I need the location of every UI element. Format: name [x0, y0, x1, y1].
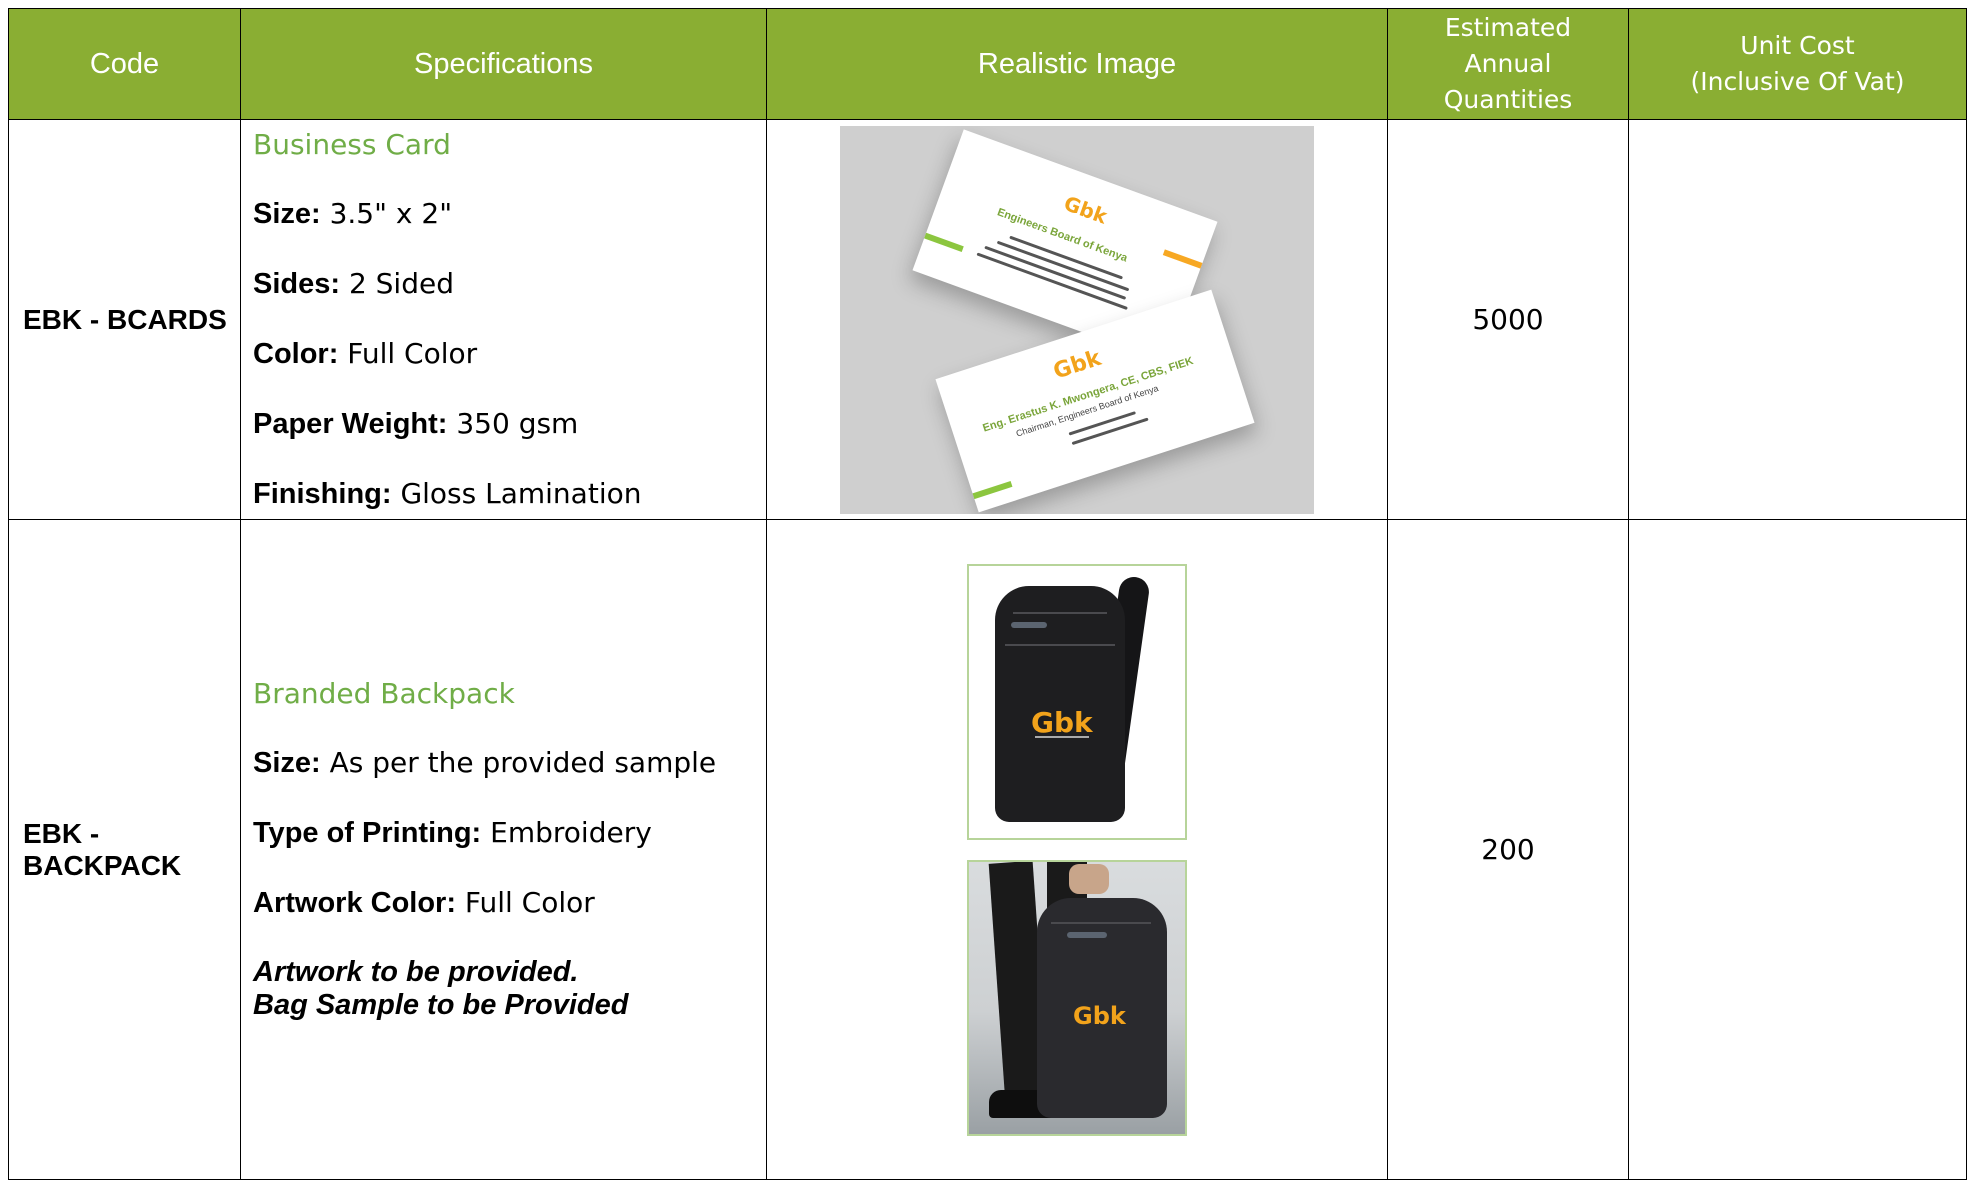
header-estimated-annual-quantities: Estimated Annual Quantities	[1387, 8, 1629, 120]
note-artwork: Artwork to be provided.	[253, 956, 579, 988]
specifications-cell: Business Card Size: 3.5" x 2" Sides: 2 S…	[240, 119, 767, 520]
spec-color: Color: Full Color	[253, 337, 478, 370]
spec-artwork-color: Artwork Color: Full Color	[253, 886, 595, 919]
unit-cost-cell	[1628, 519, 1967, 1180]
code-line-2: BACKPACK	[23, 849, 182, 881]
note-bag-sample: Bag Sample to be Provided	[253, 989, 629, 1021]
spec-finishing: Finishing: Gloss Lamination	[253, 477, 642, 510]
header-unit-cost: Unit Cost (Inclusive Of Vat)	[1628, 8, 1967, 120]
image-cell: Gbk Gbk	[766, 519, 1388, 1180]
spec-type-of-printing: Type of Printing: Embroidery	[253, 816, 652, 849]
header-code: Code	[8, 8, 241, 120]
specifications-cell: Branded Backpack Size: As per the provid…	[240, 519, 767, 1180]
specifications-table: Code Specifications Realistic Image Esti…	[8, 8, 1967, 1180]
spec-sides: Sides: 2 Sided	[253, 267, 454, 300]
gbk-logo-icon: Gbk	[1060, 190, 1111, 229]
header-specifications: Specifications	[240, 8, 767, 120]
table-header-row: Code Specifications Realistic Image Esti…	[8, 8, 1967, 120]
header-quantities-line-1: Estimated	[1444, 13, 1572, 42]
product-title: Branded Backpack	[253, 677, 515, 710]
image-cell: Gbk Engineers Board of Kenya Gbk Eng. Er…	[766, 119, 1388, 520]
backpack-body	[995, 586, 1125, 822]
code-cell: EBK - BACKPACK	[8, 519, 241, 1180]
header-unit-cost-line-1: Unit Cost	[1740, 31, 1855, 60]
table-row: EBK - BACKPACK Branded Backpack Size: As…	[8, 519, 1967, 1180]
spec-size: Size: As per the provided sample	[253, 746, 717, 779]
quantity-cell: 5000	[1387, 119, 1629, 520]
product-title: Business Card	[253, 128, 451, 161]
header-unit-cost-line-2: (Inclusive Of Vat)	[1690, 67, 1905, 96]
header-realistic-image: Realistic Image	[766, 8, 1388, 120]
header-quantities-line-3: Quantities	[1443, 85, 1573, 114]
code-line-1: EBK -	[23, 817, 100, 849]
backpack-image-front: Gbk	[967, 564, 1187, 840]
gbk-logo-icon: Gbk	[1073, 1002, 1126, 1030]
unit-cost-cell	[1628, 119, 1967, 520]
code-cell: EBK - BCARDS	[8, 119, 241, 520]
gbk-logo-icon: Gbk	[1031, 706, 1093, 739]
header-quantities-line-2: Annual	[1464, 49, 1552, 78]
spec-paper-weight: Paper Weight: 350 gsm	[253, 407, 579, 440]
business-card-image: Gbk Engineers Board of Kenya Gbk Eng. Er…	[840, 125, 1314, 514]
spec-size: Size: 3.5" x 2"	[253, 197, 453, 230]
gbk-logo-icon: Gbk	[1050, 345, 1105, 385]
quantity-cell: 200	[1387, 519, 1629, 1180]
table-row: EBK - BCARDS Business Card Size: 3.5" x …	[8, 119, 1967, 520]
backpack-image-carried: Gbk	[967, 860, 1187, 1136]
